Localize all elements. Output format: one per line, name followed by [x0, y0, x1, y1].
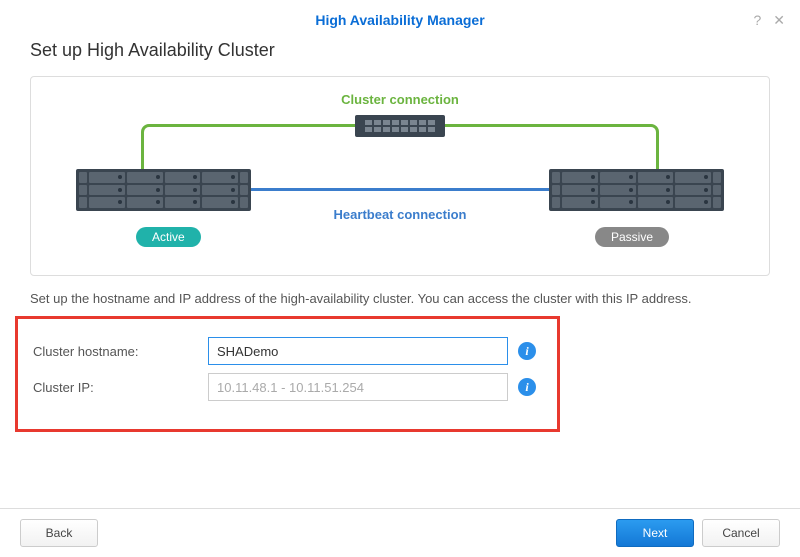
instruction-text: Set up the hostname and IP address of th… [30, 291, 770, 306]
form-highlight-box: Cluster hostname: i Cluster IP: i [15, 316, 560, 432]
window-header: High Availability Manager ? ✕ [0, 0, 800, 40]
footer-right-group: Next Cancel [616, 519, 780, 547]
content-area: Set up High Availability Cluster Cluster… [0, 40, 800, 432]
hostname-input[interactable] [208, 337, 508, 365]
window-controls: ? ✕ [753, 12, 785, 29]
info-icon[interactable]: i [518, 342, 536, 360]
hostname-label: Cluster hostname: [33, 344, 208, 359]
cluster-cable-right [429, 124, 659, 174]
active-badge: Active [136, 227, 201, 247]
help-icon[interactable]: ? [753, 12, 761, 29]
network-switch-icon [355, 115, 445, 137]
cancel-button[interactable]: Cancel [702, 519, 780, 547]
ip-input[interactable] [208, 373, 508, 401]
cluster-connection-label: Cluster connection [31, 92, 769, 107]
info-icon[interactable]: i [518, 378, 536, 396]
window-title: High Availability Manager [315, 12, 484, 28]
heartbeat-cable [241, 188, 559, 191]
back-button[interactable]: Back [20, 519, 98, 547]
passive-badge: Passive [595, 227, 669, 247]
network-diagram: Cluster connection Heartbeat connection … [30, 76, 770, 276]
passive-server-icon [549, 169, 724, 211]
close-icon[interactable]: ✕ [773, 12, 785, 29]
hostname-row: Cluster hostname: i [33, 337, 542, 365]
next-button[interactable]: Next [616, 519, 694, 547]
ip-label: Cluster IP: [33, 380, 208, 395]
active-server-icon [76, 169, 251, 211]
page-title: Set up High Availability Cluster [30, 40, 770, 61]
ip-row: Cluster IP: i [33, 373, 542, 401]
cluster-cable-left [141, 124, 371, 174]
heartbeat-connection-label: Heartbeat connection [31, 207, 769, 222]
footer-bar: Back Next Cancel [0, 508, 800, 557]
